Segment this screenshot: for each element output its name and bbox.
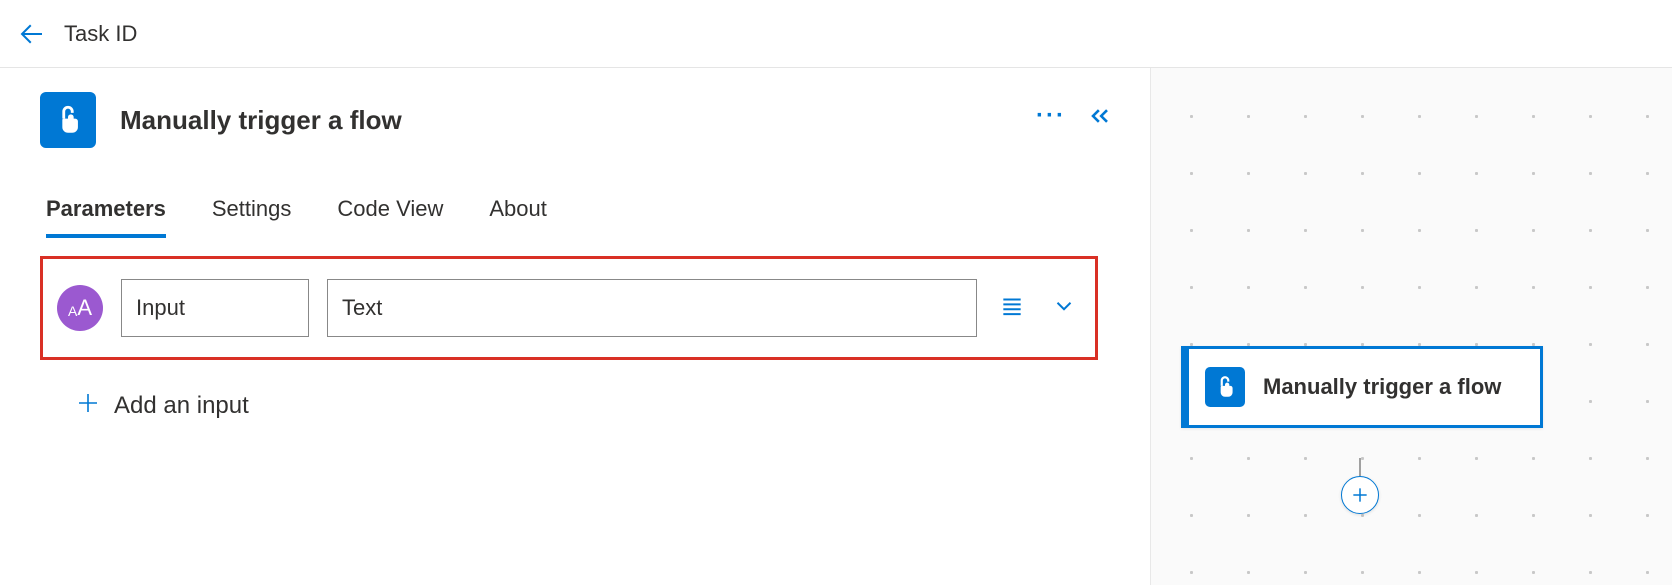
canvas-node-title: Manually trigger a flow (1263, 372, 1501, 402)
trigger-title: Manually trigger a flow (120, 105, 402, 136)
tab-settings[interactable]: Settings (212, 196, 292, 238)
input-menu-button[interactable] (995, 289, 1029, 328)
top-header: Task ID (0, 0, 1672, 68)
more-button[interactable]: ··· (1036, 104, 1066, 128)
collapse-panel-button[interactable] (1086, 102, 1114, 130)
chevron-double-left-icon (1086, 102, 1114, 130)
add-step-button[interactable] (1341, 476, 1379, 514)
list-icon (999, 293, 1025, 319)
flow-canvas[interactable]: Manually trigger a flow (1150, 68, 1672, 585)
add-input-button[interactable]: Add an input (76, 390, 1114, 422)
plus-icon (76, 390, 100, 422)
trigger-header: Manually trigger a flow ··· (40, 92, 1114, 148)
touch-icon (51, 103, 85, 137)
input-name-field[interactable] (121, 279, 309, 337)
tab-about[interactable]: About (489, 196, 547, 238)
back-button[interactable] (16, 18, 48, 50)
tab-code-view[interactable]: Code View (337, 196, 443, 238)
plus-icon (1350, 485, 1370, 505)
input-expand-button[interactable] (1047, 289, 1081, 328)
tabs: Parameters Settings Code View About (40, 196, 1114, 238)
content-area: Manually trigger a flow ··· Parameters S… (0, 68, 1672, 585)
canvas-trigger-node[interactable]: Manually trigger a flow (1181, 346, 1543, 428)
header-actions: ··· (1036, 102, 1114, 130)
page-title: Task ID (64, 21, 137, 47)
text-type-icon: AA (57, 285, 103, 331)
details-panel: Manually trigger a flow ··· Parameters S… (0, 68, 1150, 585)
canvas-connector-line (1359, 458, 1361, 476)
tab-parameters[interactable]: Parameters (46, 196, 166, 238)
canvas-node-icon-box (1205, 367, 1245, 407)
chevron-down-icon (1051, 293, 1077, 319)
touch-icon (1212, 374, 1238, 400)
input-row-highlighted: AA (40, 256, 1098, 360)
input-value-field[interactable] (327, 279, 977, 337)
add-input-label: Add an input (114, 392, 249, 420)
arrow-left-icon (17, 19, 47, 49)
trigger-icon-box (40, 92, 96, 148)
